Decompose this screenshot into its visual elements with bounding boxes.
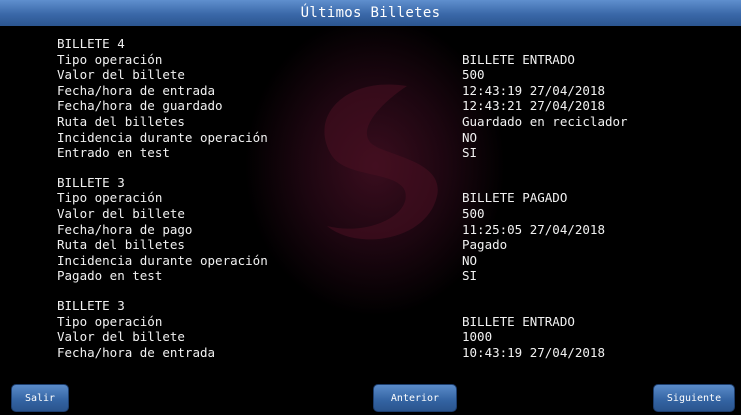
exit-button[interactable]: Salir xyxy=(11,384,69,412)
tickets-list[interactable]: BILLETE 4 Tipo operación BILLETE ENTRADO … xyxy=(0,26,741,379)
ticket-record: BILLETE 3 Tipo operación BILLETE PAGADO V… xyxy=(0,175,741,284)
field-value: SI xyxy=(462,145,478,161)
record-row: Ruta del billetes Pagado xyxy=(0,237,741,253)
ticket-record: BILLETE 3 Tipo operación BILLETE ENTRADO … xyxy=(0,298,741,360)
field-label: Fecha/hora de pago xyxy=(57,221,193,237)
field-label: Ruta del billetes xyxy=(57,237,185,253)
field-value: 500 xyxy=(462,67,485,83)
record-row: Valor del billete 500 xyxy=(0,67,741,83)
ticket-record: BILLETE 4 Tipo operación BILLETE ENTRADO … xyxy=(0,36,741,161)
next-button[interactable]: Siguiente xyxy=(653,384,735,412)
field-value: Guardado en reciclador xyxy=(462,113,628,129)
field-label: Tipo operación xyxy=(57,313,163,329)
record-row: Incidencia durante operación NO xyxy=(0,253,741,269)
field-value: 10:43:19 27/04/2018 xyxy=(462,344,605,360)
record-row: Tipo operación BILLETE PAGADO xyxy=(0,190,741,206)
field-label: Valor del billete xyxy=(57,67,185,83)
field-value: Pagado xyxy=(462,237,508,253)
record-row: Valor del billete 500 xyxy=(0,206,741,222)
record-row: Valor del billete 1000 xyxy=(0,329,741,345)
field-value: BILLETE ENTRADO xyxy=(462,313,575,329)
record-row: Fecha/hora de entrada 12:43:19 27/04/2018 xyxy=(0,83,741,99)
field-value: 500 xyxy=(462,205,485,221)
field-value: BILLETE PAGADO xyxy=(462,190,568,206)
record-title: BILLETE 3 xyxy=(57,297,125,313)
field-label: Incidencia durante operación xyxy=(57,129,268,145)
page-title: Últimos Billetes xyxy=(300,5,441,21)
record-row: Tipo operación BILLETE ENTRADO xyxy=(0,52,741,68)
field-value: SI xyxy=(462,268,478,284)
field-value: 12:43:19 27/04/2018 xyxy=(462,82,605,98)
field-label: Fecha/hora de guardado xyxy=(57,98,223,114)
records-container: BILLETE 4 Tipo operación BILLETE ENTRADO … xyxy=(0,36,741,374)
field-value: 12:43:21 27/04/2018 xyxy=(462,98,605,114)
field-value: NO xyxy=(462,252,478,268)
previous-button[interactable]: Anterior xyxy=(373,384,457,412)
field-label: Incidencia durante operación xyxy=(57,252,268,268)
record-row: Pagado en test SI xyxy=(0,268,741,284)
bottom-toolbar: Salir Anterior Siguiente xyxy=(0,379,741,415)
record-row: Fecha/hora de pago 11:25:05 27/04/2018 xyxy=(0,222,741,238)
field-label: Fecha/hora de entrada xyxy=(57,82,216,98)
record-title: BILLETE 3 xyxy=(57,174,125,190)
field-label: Ruta del billetes xyxy=(57,113,185,129)
field-label: Valor del billete xyxy=(57,329,185,345)
field-value: NO xyxy=(462,129,478,145)
record-row: Ruta del billetes Guardado en reciclador xyxy=(0,114,741,130)
record-row: Fecha/hora de entrada 10:43:19 27/04/2018 xyxy=(0,345,741,361)
field-label: Pagado en test xyxy=(57,268,163,284)
record-row: Entrado en test SI xyxy=(0,145,741,161)
title-bar: Últimos Billetes xyxy=(0,0,741,27)
field-label: Tipo operación xyxy=(57,190,163,206)
field-label: Entrado en test xyxy=(57,145,170,161)
field-value: 1000 xyxy=(462,329,493,345)
record-row: Incidencia durante operación NO xyxy=(0,130,741,146)
field-label: Fecha/hora de entrada xyxy=(57,344,216,360)
field-value: BILLETE ENTRADO xyxy=(462,51,575,67)
field-label: Tipo operación xyxy=(57,51,163,67)
field-value: 11:25:05 27/04/2018 xyxy=(462,221,605,237)
record-row: Tipo operación BILLETE ENTRADO xyxy=(0,314,741,330)
field-label: Valor del billete xyxy=(57,205,185,221)
record-row: Fecha/hora de guardado 12:43:21 27/04/201… xyxy=(0,98,741,114)
record-title: BILLETE 4 xyxy=(57,36,125,51)
